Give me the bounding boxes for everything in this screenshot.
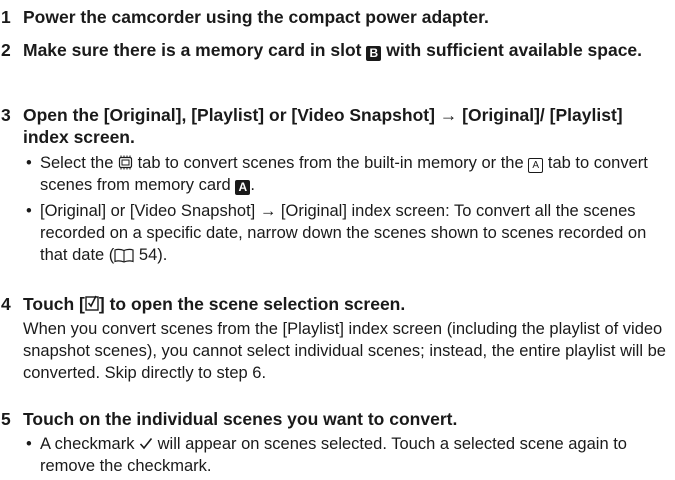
checkmark-icon	[139, 438, 153, 450]
select-checkbox-icon	[85, 295, 99, 311]
step-number: 5	[1, 409, 11, 429]
page-number: 54	[138, 246, 158, 264]
bullet-dot: •	[26, 154, 32, 172]
card-a-outline-badge: A	[528, 158, 544, 173]
page-reference-icon	[114, 248, 134, 263]
step-text-part: with sufficient available space.	[386, 40, 643, 60]
step-text: Open the [Original], [Playlist] or [Vide…	[23, 105, 623, 147]
bullet-dot: •	[26, 435, 32, 453]
step-number: 2	[1, 40, 11, 60]
step-number: 3	[1, 105, 11, 125]
card-a-solid-badge: A	[235, 180, 251, 195]
bullet-text-part: Select the	[40, 154, 114, 172]
step-text-part: ] to open the scene selection screen.	[98, 294, 406, 314]
slot-b-badge: B	[366, 46, 382, 61]
step-text: Touch on the individual scenes you want …	[23, 409, 458, 429]
manual-page: 1 Power the camcorder using the compact …	[0, 0, 675, 480]
step-text: Touch [ ] to open the scene selection scr…	[23, 293, 669, 315]
bullet-text-part: ).	[157, 246, 168, 264]
step-text: Make sure there is a memory card in slot…	[23, 39, 669, 61]
step-text-part: Make sure there is a memory card in slot	[23, 40, 362, 60]
bullet-text: Select the tab to convert scenes from th…	[40, 152, 671, 196]
bullet-dot: •	[26, 202, 32, 220]
step-text-part: Touch [	[23, 294, 85, 314]
step-number: 4	[1, 294, 11, 314]
bullet-text: A checkmark will appear on scenes select…	[40, 433, 671, 477]
bullet-text-part: A checkmark	[40, 435, 135, 453]
step-text: Power the camcorder using the compact po…	[23, 7, 489, 27]
bullet-text-part: tab to convert scenes from the built-in …	[137, 154, 524, 172]
bullet-text: [Original] or [Video Snapshot] → [Origin…	[40, 200, 671, 266]
bullet-text-part: .	[250, 176, 255, 194]
step-number: 1	[1, 7, 11, 27]
built-in-memory-icon	[118, 155, 133, 170]
step4-note: When you convert scenes from the [Playli…	[23, 320, 666, 382]
